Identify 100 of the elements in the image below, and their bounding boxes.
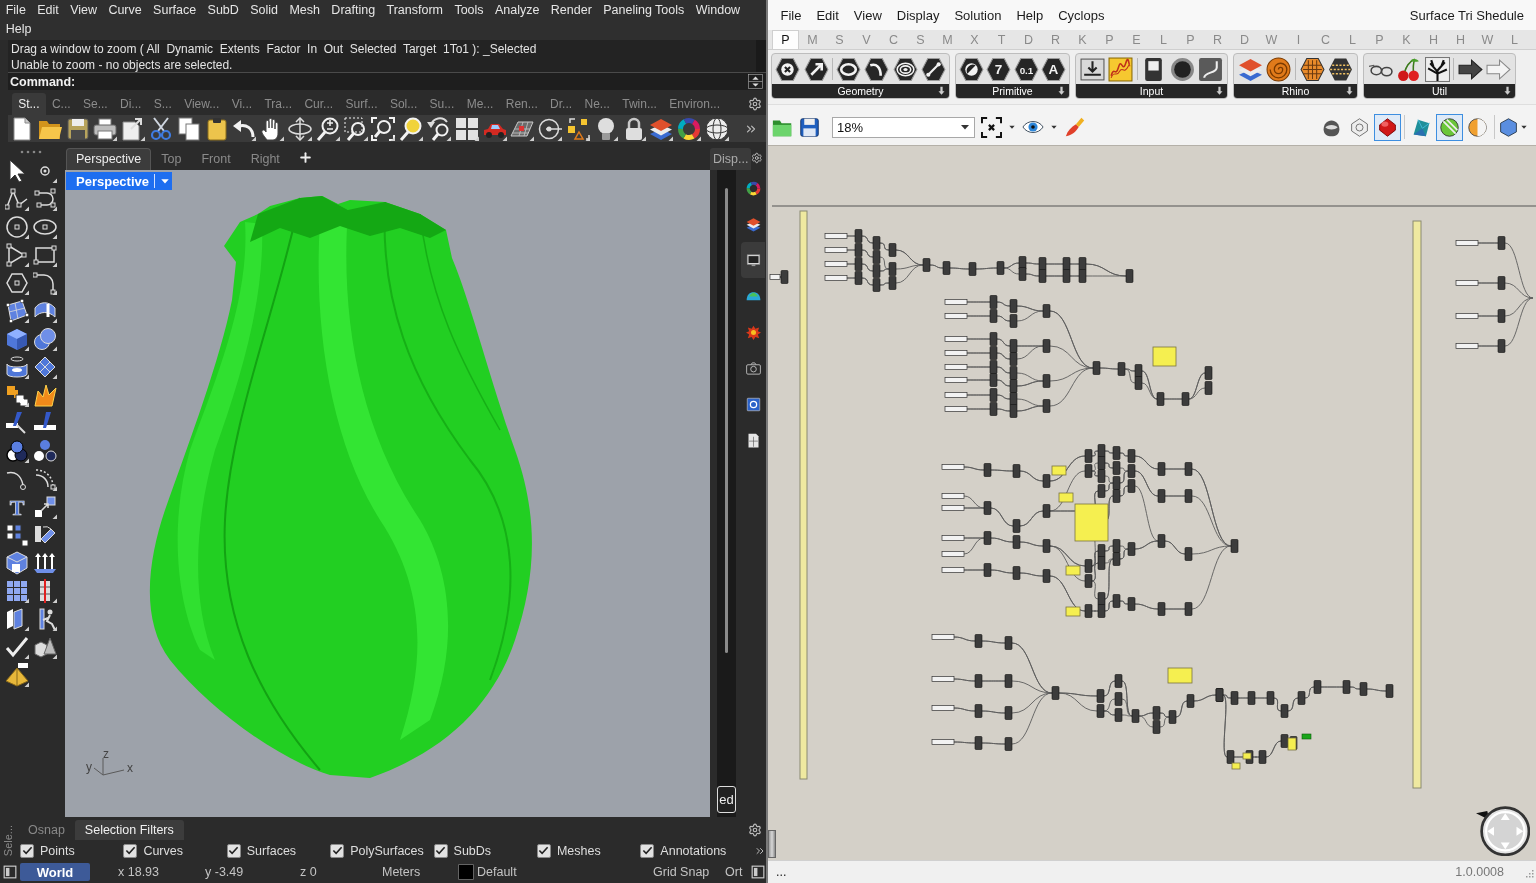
hexagon-cross-icon[interactable]: [775, 56, 801, 82]
viewport-tab[interactable]: Right: [240, 148, 290, 170]
hexagon-arc-icon[interactable]: [864, 56, 890, 82]
component-tab[interactable]: D: [1231, 30, 1258, 49]
hexagon-segment-icon[interactable]: [920, 56, 946, 82]
layer-label[interactable]: Default: [477, 865, 653, 879]
menu-item[interactable]: Help: [0, 21, 38, 36]
component-tab[interactable]: W: [1258, 30, 1285, 49]
checkbox[interactable]: [20, 843, 34, 858]
scrollbar-track[interactable]: [756, 40, 766, 72]
menu-item[interactable]: Help: [1008, 7, 1051, 23]
orbit-arrows-icon[interactable]: [287, 116, 312, 141]
menu-item[interactable]: Render: [545, 2, 598, 17]
menu-item[interactable]: Surface: [147, 2, 202, 17]
menu-item[interactable]: Solution: [946, 7, 1009, 23]
toolbar-tab[interactable]: Cur...: [298, 93, 340, 115]
toolbar-tab[interactable]: Dr...: [543, 93, 579, 115]
component-tab[interactable]: C: [880, 30, 907, 49]
cherries-icon[interactable]: [1396, 56, 1422, 82]
hexagon-ring-icon[interactable]: [836, 56, 861, 82]
checkbox[interactable]: [640, 843, 655, 858]
clipboard-icon[interactable]: [204, 116, 229, 141]
menu-item[interactable]: Cyclops: [1050, 7, 1112, 23]
component-tab[interactable]: P: [1096, 30, 1123, 49]
rectangle-icon[interactable]: [33, 243, 57, 267]
square-grid-icon[interactable]: [5, 579, 29, 603]
component-tab[interactable]: P: [1177, 30, 1204, 49]
control-point-curve-icon[interactable]: [33, 187, 57, 211]
hexagon-spiral-icon[interactable]: [892, 56, 918, 82]
plus-icon[interactable]: [297, 150, 313, 165]
expand-arrow-icon[interactable]: [1215, 86, 1224, 95]
settings-icon[interactable]: [748, 97, 762, 111]
squares-triangle-icon[interactable]: [565, 116, 590, 141]
menu-item[interactable]: Curve: [102, 2, 148, 17]
viewport-tab[interactable]: Perspective: [66, 148, 152, 170]
menu-item[interactable]: SubD: [201, 2, 245, 17]
toolbar-tab[interactable]: C...: [45, 93, 77, 115]
component-tab[interactable]: W: [1474, 30, 1501, 49]
book-ring-icon[interactable]: [745, 396, 761, 412]
pyramid-icon[interactable]: [5, 663, 29, 687]
polyhedron-icon[interactable]: [1498, 116, 1519, 138]
component-tab[interactable]: R: [1042, 30, 1069, 49]
magnifier-curved-arrow-icon[interactable]: [426, 116, 451, 141]
page-arrow-icon[interactable]: [121, 116, 146, 141]
toolbar-tab[interactable]: Vi...: [225, 93, 259, 115]
spin-arrows-icon[interactable]: [748, 74, 763, 89]
magnifier-filled-lens-icon[interactable]: [399, 116, 424, 141]
three-circles-icon[interactable]: [33, 439, 57, 463]
drag-handle-icon[interactable]: [19, 150, 43, 154]
menu-item[interactable]: Edit: [31, 2, 65, 17]
menu-item[interactable]: View: [846, 7, 890, 23]
layer-stack-icon[interactable]: [649, 116, 674, 141]
component-tab[interactable]: T: [988, 30, 1015, 49]
check-mark-icon[interactable]: [5, 635, 29, 659]
viewport-tab[interactable]: Front: [191, 148, 241, 170]
units-label[interactable]: Meters: [382, 865, 454, 879]
hexagon-grid-icon[interactable]: [1299, 56, 1325, 82]
color-wheel-icon[interactable]: [677, 116, 702, 141]
tree-icon[interactable]: [1424, 56, 1450, 82]
folded-panels-icon[interactable]: [5, 607, 29, 631]
grid-snap-toggle[interactable]: Grid Snap: [653, 865, 725, 879]
zoom-dropdown[interactable]: 18%: [832, 116, 975, 138]
scissors-icon[interactable]: [149, 116, 173, 141]
component-tab[interactable]: V: [853, 30, 880, 49]
color-wheel-icon[interactable]: [745, 180, 761, 196]
ortho-toggle[interactable]: Ort: [725, 865, 749, 879]
toolbar-tab[interactable]: Di...: [113, 93, 148, 115]
caret-icon[interactable]: [1008, 123, 1016, 131]
toolbar-tab[interactable]: Sol...: [383, 93, 424, 115]
panel-tab[interactable]: Disp...: [710, 148, 752, 170]
expand-arrow-icon[interactable]: [937, 86, 946, 95]
expand-arrow-icon[interactable]: [1345, 86, 1354, 95]
layer-stack-icon[interactable]: [745, 216, 761, 232]
striped-hexagon-icon[interactable]: [1328, 56, 1354, 82]
component-tab[interactable]: L: [1501, 30, 1528, 49]
component-tab[interactable]: H: [1420, 30, 1447, 49]
component-tab[interactable]: H: [1447, 30, 1474, 49]
wire-sphere-icon[interactable]: [704, 116, 729, 141]
toolbar-tab[interactable]: Se...: [76, 93, 114, 115]
menu-item[interactable]: Edit: [808, 7, 847, 23]
checkbox[interactable]: [330, 843, 345, 858]
menu-item[interactable]: File: [0, 2, 32, 17]
component-tab[interactable]: E: [1123, 30, 1150, 49]
surface-patch-icon[interactable]: [5, 299, 29, 323]
menu-item[interactable]: Drafting: [325, 2, 381, 17]
toolbar-tab[interactable]: Twin...: [616, 93, 664, 115]
round-button-icon[interactable]: [1169, 56, 1195, 82]
component-tab[interactable]: D: [1015, 30, 1042, 49]
download-tray-icon[interactable]: [1079, 56, 1105, 82]
scrollbar-thumb[interactable]: [725, 188, 728, 653]
component-tab[interactable]: I: [1285, 30, 1312, 49]
panel-tab[interactable]: [741, 242, 765, 278]
hexagon-arrow-icon[interactable]: [803, 56, 829, 82]
caret-icon[interactable]: [1050, 123, 1058, 131]
menu-item[interactable]: Display: [889, 7, 947, 23]
panel-tab[interactable]: Selection Filters: [74, 820, 184, 840]
component-tab[interactable]: L: [1150, 30, 1177, 49]
menu-item[interactable]: File: [773, 7, 809, 23]
checkbox[interactable]: [226, 843, 241, 858]
frame-cross-icon[interactable]: [981, 116, 1002, 138]
